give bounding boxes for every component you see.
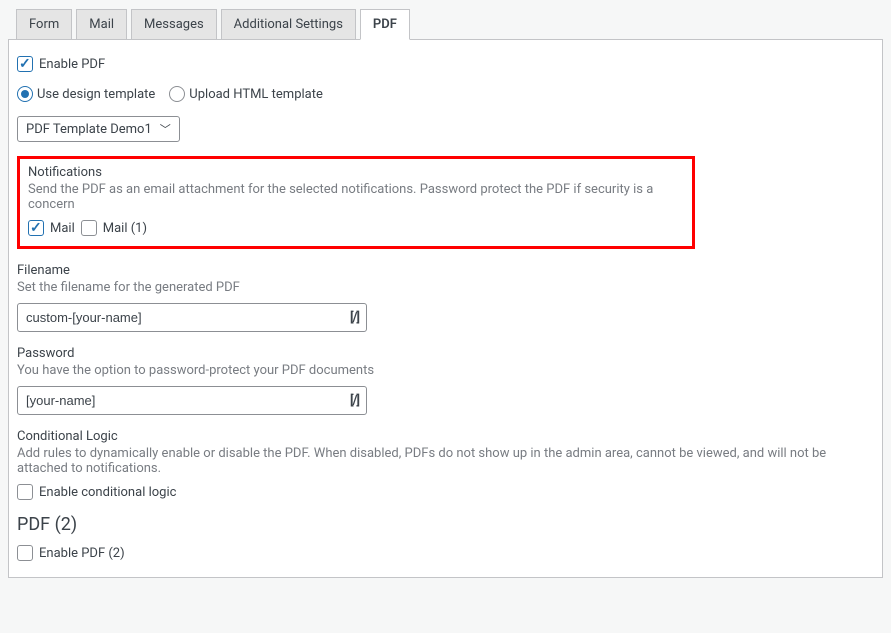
- conditional-logic-label: Enable conditional logic: [39, 485, 176, 500]
- upload-html-template-radio[interactable]: [169, 86, 185, 102]
- password-desc: You have the option to password-protect …: [17, 363, 874, 378]
- tab-messages[interactable]: Messages: [131, 9, 217, 40]
- password-input[interactable]: [17, 386, 367, 415]
- filename-desc: Set the filename for the generated PDF: [17, 280, 874, 295]
- use-design-template-radio[interactable]: [17, 86, 33, 102]
- upload-html-template-label: Upload HTML template: [189, 87, 323, 102]
- enable-pdf-2-label: Enable PDF (2): [39, 546, 125, 561]
- enable-pdf-label: Enable PDF: [39, 57, 105, 72]
- tabs-bar: Form Mail Messages Additional Settings P…: [8, 8, 883, 39]
- pdf-2-heading: PDF (2): [17, 514, 874, 535]
- notification-mail-1-checkbox[interactable]: [81, 220, 97, 236]
- tab-additional-settings[interactable]: Additional Settings: [221, 9, 356, 40]
- tab-mail[interactable]: Mail: [76, 9, 127, 40]
- chevron-down-icon: ﹀: [160, 121, 171, 137]
- filename-merge-tag-button[interactable]: [/]: [350, 310, 359, 325]
- enable-pdf-2-checkbox[interactable]: [17, 545, 33, 561]
- filename-input[interactable]: [17, 303, 367, 332]
- template-select-value: PDF Template Demo1: [26, 122, 152, 137]
- notifications-section: Notifications Send the PDF as an email a…: [17, 156, 695, 249]
- conditional-title: Conditional Logic: [17, 429, 874, 444]
- enable-pdf-checkbox[interactable]: [17, 56, 33, 72]
- use-design-template-label: Use design template: [37, 87, 155, 102]
- notifications-title: Notifications: [28, 165, 684, 180]
- tab-pdf[interactable]: PDF: [360, 9, 410, 40]
- notification-mail-1-label: Mail (1): [103, 221, 147, 236]
- password-title: Password: [17, 346, 874, 361]
- template-select[interactable]: PDF Template Demo1 ﹀: [17, 116, 180, 142]
- notification-mail-label: Mail: [50, 221, 75, 236]
- notification-mail-checkbox[interactable]: [28, 220, 44, 236]
- password-merge-tag-button[interactable]: [/]: [350, 393, 359, 408]
- filename-title: Filename: [17, 263, 874, 278]
- pdf-settings-panel: Enable PDF Use design template Upload HT…: [8, 39, 883, 578]
- conditional-desc: Add rules to dynamically enable or disab…: [17, 446, 874, 476]
- conditional-logic-checkbox[interactable]: [17, 484, 33, 500]
- notifications-desc: Send the PDF as an email attachment for …: [28, 182, 684, 212]
- tab-form[interactable]: Form: [16, 9, 72, 40]
